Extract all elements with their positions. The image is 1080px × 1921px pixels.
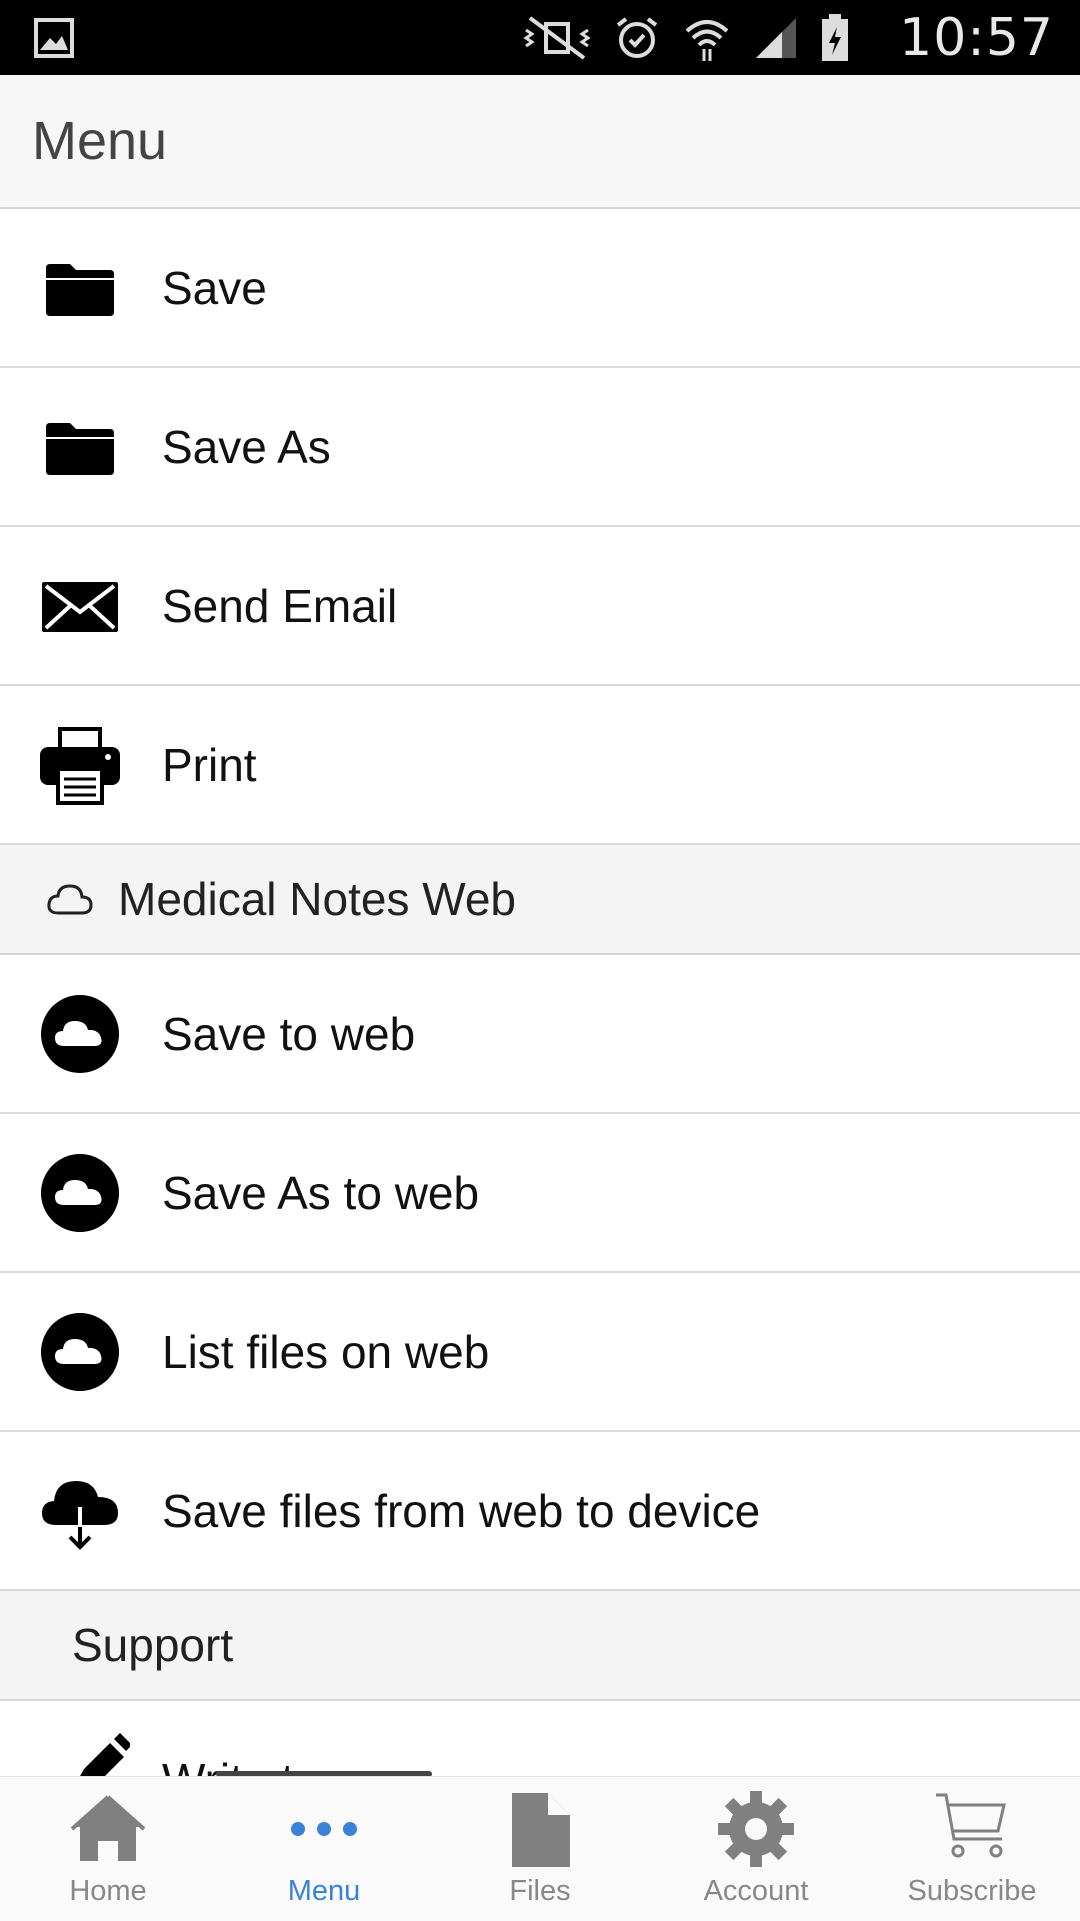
menu-item-send-email[interactable]: Send Email bbox=[0, 527, 1080, 686]
section-header-web: Medical Notes Web bbox=[0, 845, 1080, 955]
tab-label: Files bbox=[509, 1875, 571, 1907]
alarm-icon bbox=[616, 17, 658, 58]
tab-label: Account bbox=[703, 1875, 809, 1907]
menu-item-label: List files on web bbox=[162, 1325, 490, 1378]
section-header-support: Support bbox=[0, 1591, 1080, 1701]
menu-item-label: Save to web bbox=[162, 1007, 416, 1060]
mute-icon bbox=[523, 16, 591, 60]
folder-icon bbox=[46, 263, 114, 316]
menu-item-save-to-web[interactable]: Save to web bbox=[0, 955, 1080, 1114]
cloud-circle-icon bbox=[41, 1312, 119, 1391]
signal-icon bbox=[756, 18, 796, 58]
tab-label: Menu bbox=[287, 1875, 361, 1907]
bottom-tab-bar: Home Menu Files Account Subscribe bbox=[0, 1776, 1080, 1921]
menu-item-save-as-to-web[interactable]: Save As to web bbox=[0, 1114, 1080, 1273]
folder-icon bbox=[46, 422, 114, 475]
menu-item-label: Print bbox=[162, 738, 257, 791]
gear-icon bbox=[718, 1791, 794, 1867]
menu-item-print[interactable]: Print bbox=[0, 686, 1080, 845]
menu-item-label: Save files from web to device bbox=[162, 1484, 761, 1537]
battery-icon bbox=[822, 14, 848, 61]
menu-item-label: Save bbox=[162, 261, 267, 314]
gallery-icon bbox=[34, 18, 74, 58]
cloud-download-icon bbox=[42, 1480, 118, 1550]
tab-label: Home bbox=[69, 1875, 147, 1907]
section-title: Medical Notes Web bbox=[118, 873, 516, 925]
tab-files[interactable]: Files bbox=[432, 1777, 648, 1921]
menu-list: Save Save As Send Email Print Medical No… bbox=[0, 209, 1080, 1781]
menu-item-label: Save As bbox=[162, 420, 331, 473]
menu-item-list-files-on-web[interactable]: List files on web bbox=[0, 1273, 1080, 1432]
menu-item-label: Save As to web bbox=[162, 1166, 480, 1219]
cloud-circle-icon bbox=[41, 994, 119, 1073]
cart-icon bbox=[936, 1793, 1006, 1858]
envelope-icon bbox=[42, 581, 118, 632]
tab-label: Subscribe bbox=[907, 1875, 1037, 1907]
more-dots-icon bbox=[291, 1822, 357, 1836]
clock: 10:57 bbox=[899, 8, 1054, 68]
cloud-circle-icon bbox=[41, 1153, 119, 1232]
cloud-outline-icon bbox=[47, 884, 93, 915]
printer-icon bbox=[40, 726, 120, 805]
menu-item-save-as[interactable]: Save As bbox=[0, 368, 1080, 527]
pencil-icon bbox=[77, 1733, 130, 1781]
menu-item-write-to-us[interactable]: Write to us bbox=[0, 1701, 1080, 1781]
app-header: Menu bbox=[0, 75, 1080, 209]
status-bar: 10:57 bbox=[0, 0, 1080, 75]
wifi-icon bbox=[685, 20, 729, 61]
tab-menu[interactable]: Menu bbox=[216, 1777, 432, 1921]
tab-subscribe[interactable]: Subscribe bbox=[864, 1777, 1080, 1921]
menu-item-save[interactable]: Save bbox=[0, 209, 1080, 368]
tab-account[interactable]: Account bbox=[648, 1777, 864, 1921]
page-title: Menu bbox=[32, 111, 168, 171]
menu-item-save-files-from-web[interactable]: Save files from web to device bbox=[0, 1432, 1080, 1591]
tab-home[interactable]: Home bbox=[0, 1777, 216, 1921]
menu-item-label: Send Email bbox=[162, 579, 398, 632]
section-title: Support bbox=[72, 1619, 234, 1671]
home-icon bbox=[70, 1795, 146, 1861]
file-icon bbox=[512, 1793, 570, 1867]
